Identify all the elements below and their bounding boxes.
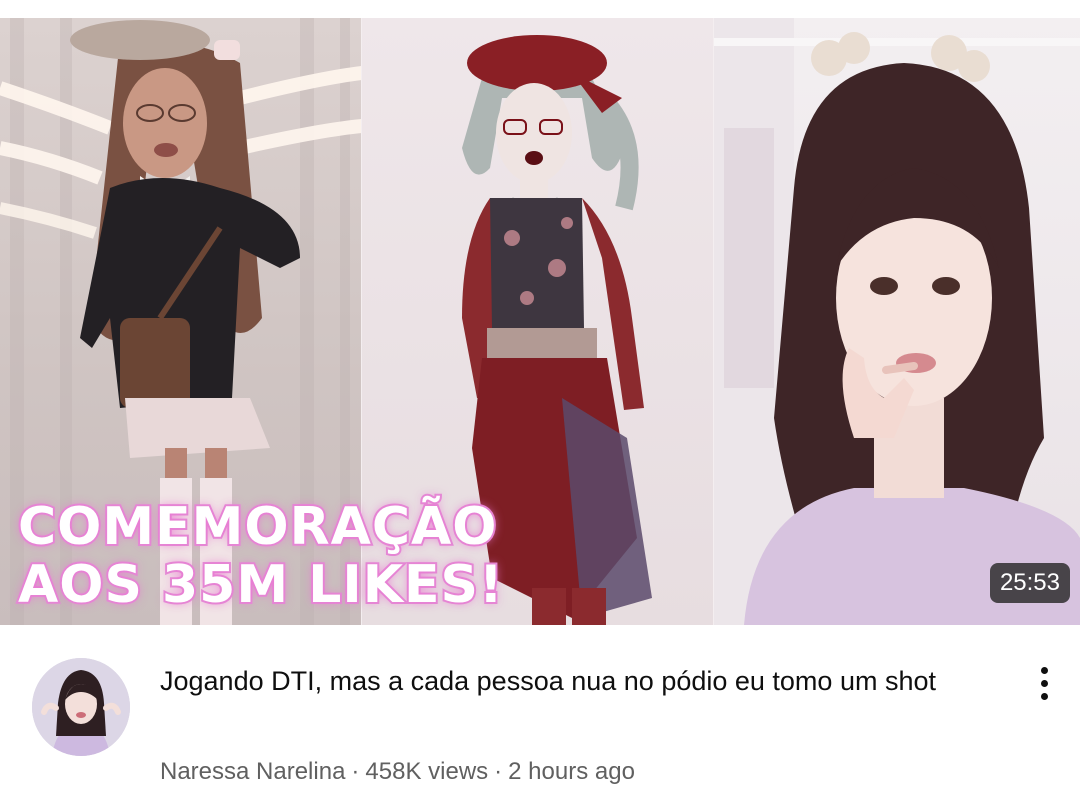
woman-photo-illustration — [714, 18, 1080, 625]
dot — [1040, 666, 1048, 674]
upload-age: 2 hours ago — [508, 758, 635, 785]
dot — [1040, 692, 1048, 700]
video-title[interactable]: Jogando DTI, mas a cada pessoa nua no pó… — [160, 661, 980, 701]
thumbnail-panel-photo — [714, 18, 1080, 625]
more-vertical-icon[interactable] — [1024, 663, 1064, 703]
view-count: 458K views — [365, 758, 489, 785]
duration-badge: 25:53 — [989, 563, 1070, 603]
video-info-line: Naressa Narelina · 458K views · 2 hours ago — [160, 757, 635, 787]
separator: · — [494, 758, 503, 785]
dot — [1040, 679, 1048, 687]
thumbnail-overlay-text: COMEMORAÇÃO AOS 35M LIKES! — [16, 496, 578, 616]
overlay-line-2: AOS 35M LIKES! — [16, 554, 505, 616]
channel-name[interactable]: Naressa Narelina — [160, 758, 345, 785]
video-thumbnail[interactable]: COMEMORAÇÃO AOS 35M LIKES! 25:53 — [0, 18, 1080, 625]
overlay-line-1: COMEMORAÇÃO — [16, 496, 498, 558]
channel-avatar[interactable] — [32, 658, 130, 756]
separator: · — [351, 758, 360, 785]
video-metadata: Jogando DTI, mas a cada pessoa nua no pó… — [0, 625, 1080, 808]
channel-avatar-image — [32, 658, 130, 756]
